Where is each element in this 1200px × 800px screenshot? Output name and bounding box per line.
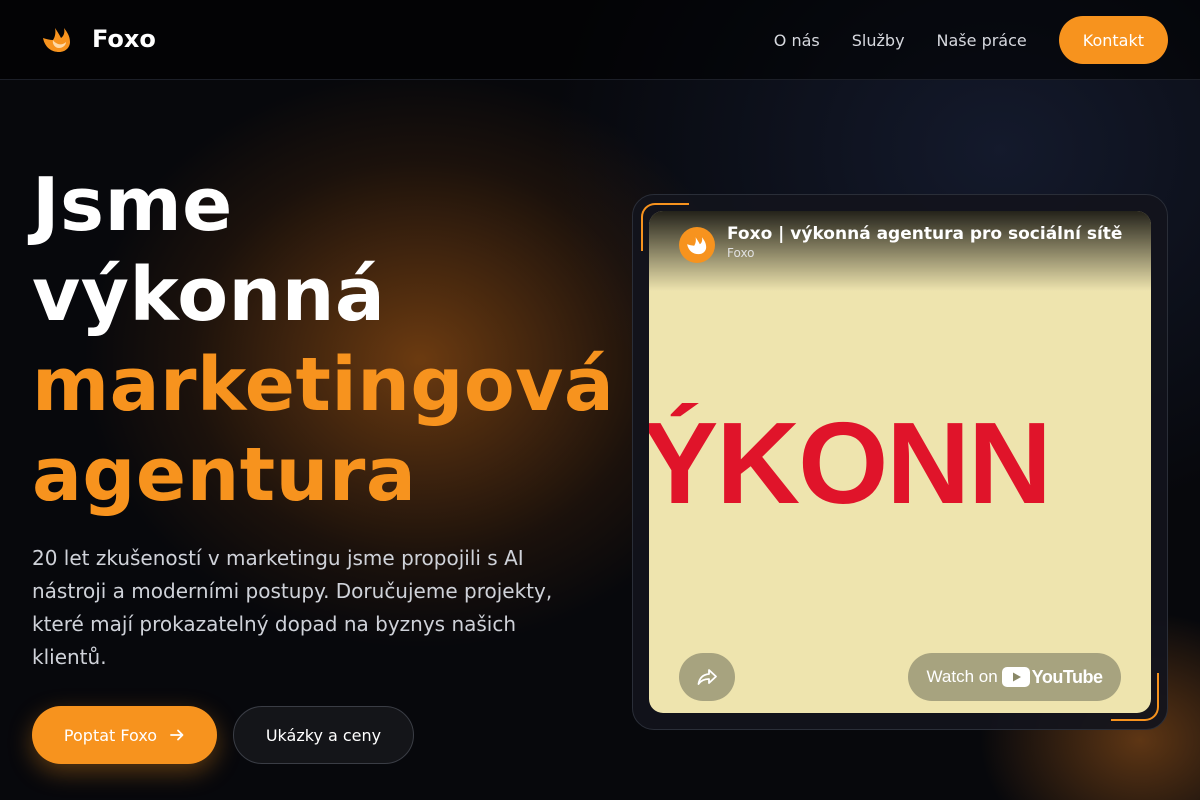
video-thumbnail-text: ÝKONN — [649, 403, 1052, 523]
hero-title-line-4: agentura — [32, 432, 417, 518]
logo-text: Foxo — [92, 25, 156, 53]
video-channel-name[interactable]: Foxo — [727, 246, 755, 260]
nav-links: O nás Služby Naše práce Kontakt — [774, 16, 1168, 64]
youtube-play-icon — [1001, 667, 1030, 687]
hero-title-line-2: výkonná — [32, 252, 386, 338]
fox-logo-icon — [43, 28, 70, 52]
inquire-button[interactable]: Poptat Foxo — [32, 706, 217, 764]
nav-link-nase-prace[interactable]: Naše práce — [937, 31, 1027, 50]
hero-title-line-1: Jsme — [32, 162, 233, 248]
share-button[interactable] — [679, 653, 735, 701]
youtube-wordmark: YouTube — [1031, 666, 1103, 687]
nav-link-sluzby[interactable]: Služby — [852, 31, 905, 50]
samples-and-prices-button[interactable]: Ukázky a ceny — [233, 706, 414, 764]
watch-on-youtube-button[interactable]: Watch on YouTube — [908, 653, 1121, 701]
video-card: ÝKONN Foxo | výkonná agentura pro sociál… — [632, 194, 1168, 730]
top-navbar: Foxo O nás Služby Naše práce Kontakt — [0, 0, 1200, 80]
hero-title-line-3: marketingová — [32, 342, 615, 428]
watch-on-label: Watch on — [926, 667, 998, 686]
hero-description: 20 let zkušeností v marketingu jsme prop… — [32, 546, 553, 669]
share-icon — [697, 669, 717, 685]
video-title[interactable]: Foxo | výkonná agentura pro sociální sít… — [727, 224, 1122, 244]
hero-buttons: Poptat Foxo Ukázky a ceny — [32, 706, 612, 764]
youtube-video-embed[interactable]: ÝKONN Foxo | výkonná agentura pro sociál… — [649, 211, 1151, 713]
arrow-right-icon — [170, 729, 184, 741]
nav-link-o-nas[interactable]: O nás — [774, 31, 820, 50]
fox-logo-icon — [687, 237, 707, 255]
inquire-button-label: Poptat Foxo — [63, 725, 158, 745]
hero-title: Jsme výkonná marketingová agentura — [32, 160, 615, 520]
hero-section: Jsme výkonná marketingová agentura 20 le… — [32, 160, 615, 764]
contact-button[interactable]: Kontakt — [1058, 16, 1168, 64]
video-topbar — [649, 211, 1151, 291]
youtube-logo: YouTube — [1001, 666, 1103, 688]
channel-avatar[interactable] — [679, 227, 715, 263]
logo[interactable]: Foxo — [40, 22, 156, 56]
